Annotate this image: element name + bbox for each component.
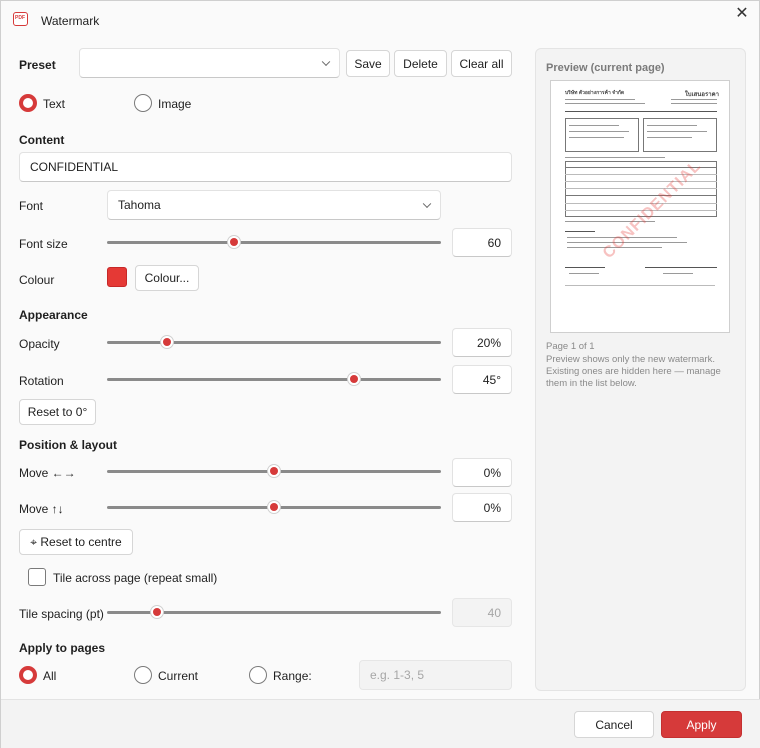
slider-thumb[interactable] [150,605,165,619]
radio-image-label: Image [158,97,192,111]
preview-page: บริษัท ตัวอย่างการค้า จำกัด ใบเสนอราคา C… [550,80,730,333]
doc-line [565,103,645,104]
doc-line [565,99,635,100]
radio-pages-all-label: All [43,669,57,683]
doc-line [569,137,624,138]
close-icon[interactable]: ✕ [734,6,750,22]
doc-line [671,99,717,100]
rotation-slider[interactable] [107,372,441,386]
opacity-label: Opacity [19,337,60,351]
doc-line [569,131,629,132]
preview-title: Preview (current page) [546,62,665,74]
colour-label: Colour [19,273,55,287]
delete-preset-button[interactable]: Delete [394,50,447,77]
tile-spacing-input[interactable]: 40 [452,598,512,627]
slider-thumb[interactable] [347,372,362,386]
preset-select[interactable] [79,48,340,78]
doc-signature-line [645,267,717,268]
doc-line [647,125,697,126]
tile-spacing-slider[interactable] [107,605,441,619]
reset-centre-button[interactable]: ⌖ Reset to centre [19,529,133,555]
cancel-button[interactable]: Cancel [574,711,654,738]
doc-line [647,131,707,132]
font-select[interactable]: Tahoma [107,190,441,220]
radio-pages-range[interactable] [249,666,267,684]
apply-button[interactable]: Apply [661,711,742,738]
radio-image[interactable] [134,94,152,112]
doc-rule [565,181,717,182]
opacity-slider[interactable] [107,335,441,349]
doc-company: บริษัท ตัวอย่างการค้า จำกัด [565,90,625,96]
app-icon: PDF [13,12,28,26]
move-y-slider[interactable] [107,500,441,514]
tile-checkbox-label: Tile across page (repeat small) [53,571,218,585]
watermark-dialog: PDF Watermark ✕ Preset Save Delete Clear… [0,0,760,748]
font-size-input[interactable]: 60 [452,228,512,257]
reset-rotation-button[interactable]: Reset to 0° [19,399,96,425]
font-value: Tahoma [118,198,161,212]
doc-line [569,273,599,274]
page-range-placeholder: e.g. 1-3, 5 [370,668,425,682]
radio-text[interactable] [19,94,37,112]
move-x-label: Move ←→ [19,466,76,480]
page-range-input[interactable]: e.g. 1-3, 5 [359,660,512,690]
pages-heading: Apply to pages [19,641,106,655]
window-title: Watermark [41,14,100,28]
tile-checkbox[interactable] [28,568,46,586]
appearance-heading: Appearance [19,308,88,322]
doc-line [663,273,693,274]
app-icon-text: PDF [15,15,25,21]
doc-rule [565,188,717,189]
preview-page-info: Page 1 of 1 [546,341,595,352]
slider-thumb[interactable] [160,335,175,349]
chevron-down-icon [422,199,432,209]
content-heading: Content [19,133,65,147]
radio-pages-range-label: Range: [273,669,312,683]
preset-label: Preset [19,58,56,72]
doc-line [565,231,595,232]
font-size-label: Font size [19,237,68,251]
radio-pages-current[interactable] [134,666,152,684]
colour-button[interactable]: Colour... [135,265,199,291]
clear-all-button[interactable]: Clear all [451,50,512,77]
move-x-slider[interactable] [107,464,441,478]
font-label: Font [19,199,44,213]
opacity-input[interactable]: 20% [452,328,512,357]
colour-swatch[interactable] [107,267,127,287]
doc-box-details [643,118,717,152]
doc-line [671,103,717,104]
preview-note: Preview shows only the new watermark. Ex… [546,354,721,389]
doc-rule [565,195,717,196]
doc-rule [565,111,717,112]
doc-signature-line [565,267,605,268]
doc-box-customer [565,118,639,152]
radio-text-label: Text [43,97,66,111]
doc-line [569,125,619,126]
radio-pages-all[interactable] [19,666,37,684]
rotation-label: Rotation [19,374,64,388]
doc-line [565,157,665,158]
slider-thumb[interactable] [267,464,281,478]
doc-line [647,137,692,138]
slider-thumb[interactable] [226,235,241,249]
move-y-label: Move ↑↓ [19,502,64,516]
font-size-slider[interactable] [107,235,441,249]
doc-title: ใบเสนอราคา [684,92,719,98]
move-y-input[interactable]: 0% [452,493,512,522]
tile-spacing-label: Tile spacing (pt) [19,607,104,621]
doc-footer-line [565,285,715,286]
chevron-down-icon [321,57,331,67]
position-heading: Position & layout [19,438,118,452]
doc-rule [565,203,717,204]
content-text-input[interactable]: CONFIDENTIAL [19,152,512,182]
radio-pages-current-label: Current [158,669,199,683]
slider-thumb[interactable] [267,500,281,514]
move-x-input[interactable]: 0% [452,458,512,487]
rotation-input[interactable]: 45° [452,365,512,394]
save-preset-button[interactable]: Save [346,50,390,77]
